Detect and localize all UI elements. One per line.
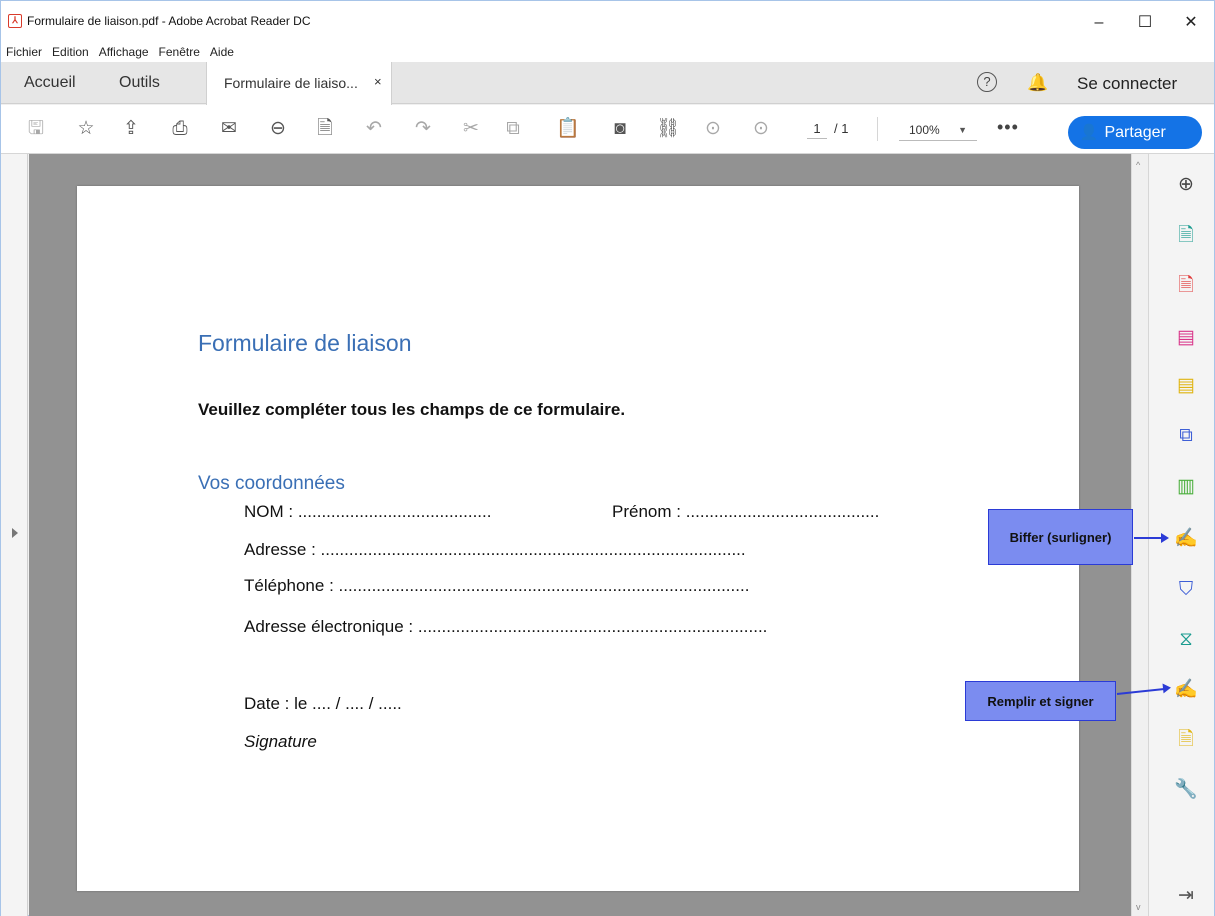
organize-pages-icon[interactable]: ▥ [1173, 474, 1199, 500]
protect-shield-icon[interactable]: ⛉ [1173, 577, 1199, 603]
comment-icon[interactable]: ▤ [1173, 373, 1199, 399]
scroll-down-icon[interactable]: v [1136, 902, 1141, 912]
print-icon[interactable]: ⎙ [168, 117, 192, 141]
email-icon[interactable]: ✉ [217, 117, 241, 141]
strikethrough-highlight-icon[interactable]: ✍ [1173, 526, 1199, 552]
undo-icon[interactable]: ↶ [362, 117, 386, 141]
sign-in-link[interactable]: Se connecter [1077, 74, 1177, 94]
redo-icon[interactable]: ↷ [411, 117, 435, 141]
tab-document-label: Formulaire de liaiso... [224, 75, 358, 91]
tab-outils[interactable]: Outils [119, 62, 160, 104]
pdf-page: Formulaire de liaison Veuillez compléter… [77, 186, 1079, 891]
callout-biffer: Biffer (surligner) [988, 509, 1133, 565]
bookmark-star-icon[interactable]: ☆ [74, 117, 98, 141]
find-binoculars-icon[interactable]: ⛓ [656, 117, 680, 141]
vertical-scrollbar[interactable]: ^ v [1131, 154, 1148, 916]
window-title: Formulaire de liaison.pdf - Adobe Acroba… [27, 14, 311, 28]
field-email: Adresse électronique : .................… [244, 617, 768, 636]
cut-icon[interactable]: ✂ [459, 117, 483, 141]
fill-and-sign-icon[interactable]: ✍ [1173, 677, 1199, 703]
add-user-icon: 👤 [1079, 124, 1099, 141]
edit-pdf-icon[interactable]: ▤ [1173, 325, 1199, 351]
tab-accueil[interactable]: Accueil [24, 62, 76, 104]
menu-fichier[interactable]: Fichier [5, 45, 43, 59]
copy-icon[interactable]: ⧉ [501, 117, 525, 141]
create-pdf-icon[interactable]: 🗎 [1173, 273, 1199, 299]
collapse-panel-icon[interactable]: ⇥ [1173, 883, 1199, 909]
save-icon[interactable]: 🖫 [24, 117, 48, 141]
callout-arrowhead-biffer [1161, 533, 1169, 543]
export-pdf-icon[interactable]: 🗎 [1173, 223, 1199, 249]
zoom-in-icon[interactable]: ⊕ [1173, 172, 1199, 198]
share-button[interactable]: 👤 Partager [1068, 116, 1202, 149]
field-telephone: Téléphone : ............................… [244, 576, 750, 595]
section-heading: Vos coordonnées [198, 473, 345, 494]
help-icon[interactable]: ? [977, 72, 997, 92]
document-instruction: Veuillez compléter tous les champs de ce… [198, 400, 626, 419]
toolbar-divider [877, 117, 878, 141]
callout-arrowhead-remplir [1162, 682, 1172, 694]
combine-files-icon[interactable]: ⧉ [1173, 423, 1199, 449]
tab-close-icon[interactable]: × [374, 74, 382, 89]
compress-pdf-icon[interactable]: ⧖ [1173, 627, 1199, 653]
more-tools-wrench-icon[interactable]: 🔧 [1173, 777, 1199, 803]
previous-page-icon[interactable]: ⊙ [701, 117, 725, 141]
field-prenom: Prénom : ...............................… [612, 502, 880, 521]
acrobat-app-icon: ⅄ [8, 14, 22, 28]
scroll-up-icon[interactable]: ^ [1136, 160, 1140, 170]
page-total: / 1 [834, 121, 849, 136]
zoom-search-icon[interactable]: ⊖ [266, 117, 290, 141]
callout-remplir: Remplir et signer [965, 681, 1116, 721]
close-window-button[interactable]: ✕ [1168, 9, 1214, 37]
zoom-select[interactable]: 100% ▼ [899, 119, 977, 141]
menu-fenetre[interactable]: Fenêtre [158, 45, 201, 59]
field-adresse: Adresse : ..............................… [244, 540, 746, 559]
menu-bar: Fichier Edition Affichage Fenêtre Aide [1, 41, 1214, 62]
notification-bell-icon[interactable]: 🔔 [1027, 73, 1048, 93]
field-date: Date : le .... / .... / ..... [244, 694, 402, 713]
title-bar: ⅄ Formulaire de liaison.pdf - Adobe Acro… [1, 1, 1214, 41]
menu-affichage[interactable]: Affichage [98, 45, 150, 59]
file-settings-icon[interactable]: 🗎 [313, 117, 337, 141]
expand-panel-icon[interactable] [12, 528, 18, 538]
snapshot-icon[interactable]: ◙ [608, 117, 632, 141]
maximize-button[interactable]: ☐ [1122, 9, 1168, 37]
page-number-input[interactable]: 1 [807, 121, 827, 139]
field-signature: Signature [244, 732, 317, 751]
cloud-upload-icon[interactable]: ⇪ [119, 117, 143, 141]
minimize-button[interactable]: – [1076, 9, 1122, 37]
paste-icon[interactable]: 📋 [556, 117, 580, 141]
share-label: Partager [1104, 124, 1166, 141]
zoom-value: 100% [909, 123, 940, 137]
acrobat-window: ⅄ Formulaire de liaison.pdf - Adobe Acro… [0, 0, 1215, 916]
left-nav-panel [1, 154, 28, 916]
menu-aide[interactable]: Aide [209, 45, 235, 59]
toolbar: 🖫 ☆ ⇪ ⎙ ✉ ⊖ 🗎 ↶ ↷ ✂ ⧉ 📋 ◙ ⛓ ⊙ ⊙ 1 / 1 10… [1, 105, 1214, 154]
more-tools-icon[interactable]: ••• [997, 117, 1019, 138]
chevron-down-icon: ▼ [958, 125, 967, 135]
next-page-icon[interactable]: ⊙ [749, 117, 773, 141]
document-title: Formulaire de liaison [198, 330, 412, 356]
callout-arrow-biffer [1134, 537, 1164, 539]
field-nom: NOM : ..................................… [244, 502, 492, 521]
tab-document[interactable]: Formulaire de liaiso... × [206, 62, 392, 105]
send-for-review-icon[interactable]: 🗎 [1173, 727, 1199, 753]
menu-edition[interactable]: Edition [51, 45, 90, 59]
